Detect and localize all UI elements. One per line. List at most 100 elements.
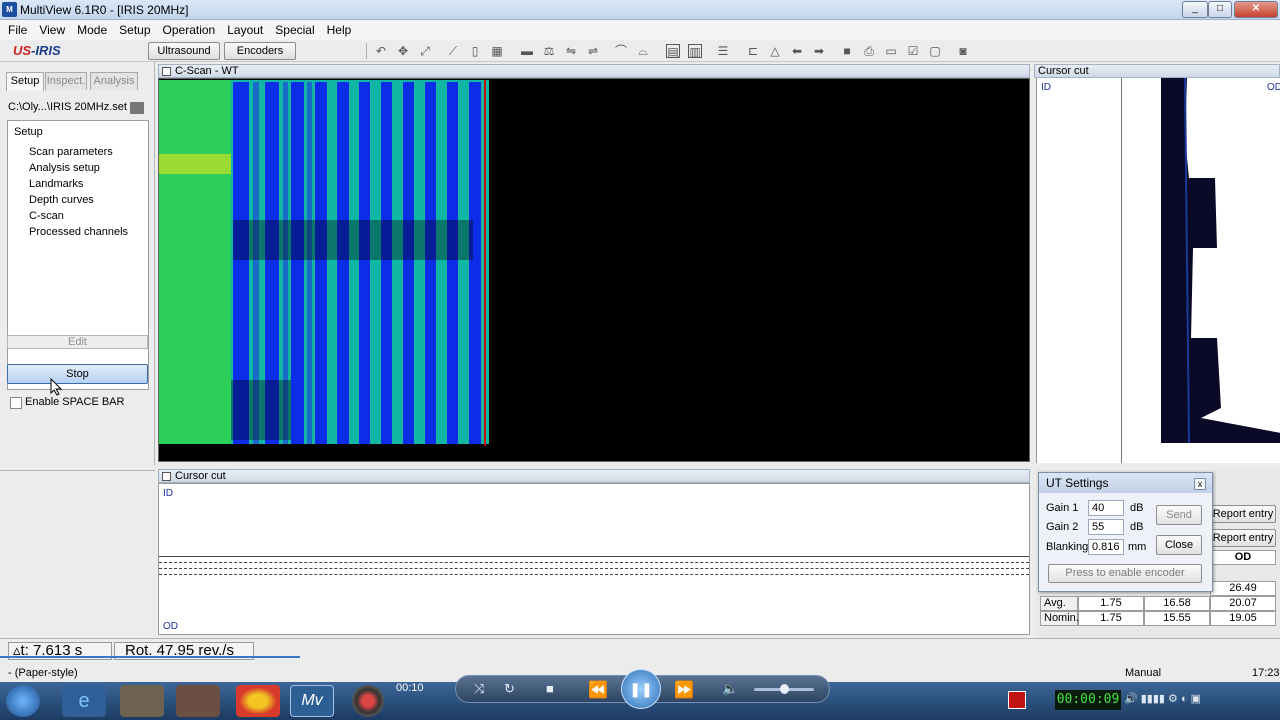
fast-forward-icon[interactable]: ⏩ [674,680,694,700]
page-icon[interactable]: ▢ [928,44,942,58]
maximize-button[interactable]: □ [1208,1,1232,18]
menu-setup[interactable]: Setup [113,23,156,37]
camera-icon[interactable]: ◙ [956,44,970,58]
compare-icon[interactable]: ⇋ [564,44,578,58]
close-dialog-button[interactable]: Close [1156,535,1202,555]
ut-settings-close-icon[interactable]: x [1194,478,1206,490]
zoom-icon[interactable]: ⤢ [418,44,432,58]
media-player-taskbar-icon[interactable] [176,685,220,717]
menu-file[interactable]: File [2,23,33,37]
start-button-icon[interactable] [6,685,40,717]
cursor-cut-bottom-header: Cursor cut [158,469,1030,483]
cursor-cut-right-view[interactable]: ID OD [1036,78,1280,463]
shape-icon[interactable]: △ [768,44,782,58]
pause-button[interactable]: ❚❚ [621,669,661,709]
tree-item-processed-channels[interactable]: Processed channels [29,226,128,238]
gain1-label: Gain 1 [1046,502,1079,514]
document-icon[interactable]: ▭ [884,44,898,58]
save-icon[interactable]: ■ [840,44,854,58]
record-stop-icon[interactable] [1008,691,1026,709]
ultrasound-button[interactable]: Ultrasound [148,42,220,60]
blanking-label: Blanking [1046,541,1089,553]
tree-item-c-scan[interactable]: C-scan [29,210,64,222]
compare2-icon[interactable]: ⇌ [586,44,600,58]
cursor-cut-right-title: Cursor cut [1038,65,1089,77]
shuffle-icon[interactable]: ⤨ [474,681,484,697]
volume-icon[interactable]: 🔈 [722,681,738,697]
internet-explorer-icon[interactable]: e [62,685,106,717]
blanking-input[interactable]: 0.816 [1088,539,1124,555]
cursor-cut-bottom-id-label: ID [163,488,173,499]
tab-analysis[interactable]: Analysis [90,72,138,90]
menu-mode[interactable]: Mode [71,23,113,37]
gain1-unit: dB [1130,502,1144,514]
curve-icon[interactable]: ⌒ [614,44,628,58]
report-entry-button-1[interactable]: Report entry [1210,505,1276,523]
menu-help[interactable]: Help [321,23,358,37]
folder-taskbar-icon[interactable] [120,685,164,717]
spacebar-checkbox[interactable] [10,397,22,409]
repeat-icon[interactable]: ↻ [504,681,515,697]
volume-slider-handle[interactable] [780,684,789,694]
tab-setup[interactable]: Setup [6,72,44,91]
cscan-image[interactable] [159,80,494,446]
stop-media-icon[interactable]: ■ [546,681,554,696]
print-icon[interactable]: ⎙ [862,44,876,58]
close-button[interactable]: ✕ [1234,1,1278,18]
stop-button[interactable]: Stop [7,364,148,384]
send-button[interactable]: Send [1156,505,1202,525]
gain1-input[interactable]: 40 [1088,500,1124,516]
caliper-icon[interactable]: ⊏ [746,44,760,58]
panel-icon [162,472,171,481]
multiview-taskbar-icon[interactable]: Mv [290,685,334,717]
toolbar: US-IRIS Ultrasound Encoders ↶ ✥ ⤢ ⟋ ▯ ▦ … [0,40,1280,62]
curve2-icon[interactable]: ⌓ [636,44,650,58]
grid-icon[interactable]: ▦ [490,44,504,58]
menu-operation[interactable]: Operation [157,23,222,37]
balance-icon[interactable]: ⚖ [542,44,556,58]
tab-inspect[interactable]: Inspect. [45,72,87,90]
window-title: MultiView 6.1R0 - [IRIS 20MHz] [20,3,189,17]
tree-root[interactable]: Setup [14,126,43,138]
cursor-cut-bottom-od-label: OD [163,621,178,632]
rewind-icon[interactable]: ⏪ [588,680,608,700]
menu-view[interactable]: View [33,23,71,37]
layout2-icon[interactable]: ▥ [688,44,702,59]
gain2-unit: dB [1130,521,1144,533]
tree-item-analysis-setup[interactable]: Analysis setup [29,162,100,174]
mode-label: Manual [1125,667,1162,679]
paper-style-label: - (Paper-style) [8,667,78,679]
move-icon[interactable]: ✥ [396,44,410,58]
ruler-icon[interactable]: ▯ [468,44,482,58]
left-arrow-icon[interactable]: ⬅ [790,44,804,58]
probe-icon[interactable]: ▬ [520,44,534,58]
clock-label: 17:23 [1252,667,1280,679]
cursor-cut-dashed-line [159,562,1029,563]
system-tray: 🔊 ▮▮▮▮ ⚙ ◐ ▣ [1124,693,1202,705]
layout1-icon[interactable]: ▤ [666,44,680,59]
minimize-button[interactable]: _ [1182,1,1208,18]
list-icon[interactable]: ☰ [716,44,730,58]
gain2-input[interactable]: 55 [1088,519,1124,535]
menu-special[interactable]: Special [269,23,320,37]
measure-icon[interactable]: ⟋ [446,44,460,58]
menu-layout[interactable]: Layout [221,23,269,37]
chrome-icon[interactable] [236,685,280,717]
recorder-icon[interactable] [352,685,384,717]
tree-item-landmarks[interactable]: Landmarks [29,178,83,190]
folder-icon[interactable] [130,102,144,114]
app-icon: M [2,2,17,17]
right-arrow-icon[interactable]: ➡ [812,44,826,58]
report-row-label: Avg. [1040,596,1078,611]
edit-button[interactable]: Edit [7,335,148,349]
tree-item-depth-curves[interactable]: Depth curves [29,194,94,206]
cursor-cut-bottom-view[interactable]: ID OD [158,483,1030,635]
encoders-button[interactable]: Encoders [224,42,296,60]
enable-encoder-button[interactable]: Press to enable encoder [1048,564,1202,583]
report-entry-button-2[interactable]: Report entry [1210,529,1276,547]
undo-icon[interactable]: ↶ [374,44,388,58]
check-icon[interactable]: ☑ [906,44,920,58]
cursor-cut-dashed-line [159,574,1029,575]
panel-icon [162,67,171,76]
tree-item-scan-parameters[interactable]: Scan parameters [29,146,113,158]
